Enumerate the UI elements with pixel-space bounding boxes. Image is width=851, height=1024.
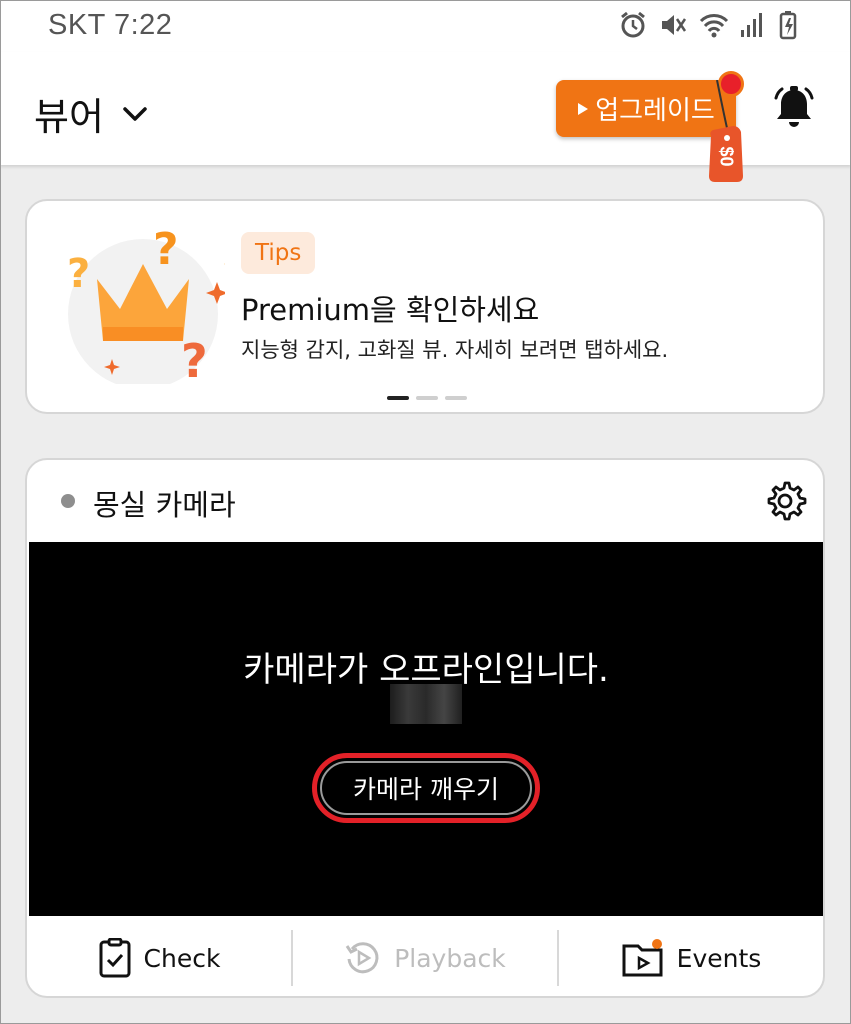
- playback-label: Playback: [394, 943, 506, 973]
- camera-header: 몽실 카메라: [27, 460, 823, 542]
- price-tag-icon: $0: [703, 80, 747, 190]
- clock: 7:22: [113, 9, 173, 41]
- camera-actions: Check Playback Events: [27, 916, 823, 996]
- chevron-down-icon: [123, 106, 147, 121]
- signal-icon: [739, 10, 767, 40]
- svg-text:?: ?: [181, 334, 208, 384]
- status-bar: SKT 7:22: [0, 0, 851, 52]
- alarm-icon: [619, 10, 647, 40]
- status-carrier-time: SKT 7:22: [48, 9, 172, 42]
- check-button[interactable]: Check: [27, 928, 291, 988]
- wake-camera-button[interactable]: 카메라 깨우기: [312, 753, 540, 823]
- tips-card[interactable]: ? ? ? Tips Premium을 확인하세요 지능형 감지, 고화질 뷰.…: [25, 199, 825, 414]
- events-button[interactable]: Events: [559, 928, 823, 988]
- gear-icon[interactable]: [763, 479, 807, 523]
- camera-card: 몽실 카메라 카메라가 오프라인입니다. 카메라 깨우기 Check Playb…: [25, 458, 825, 998]
- wifi-icon: [699, 10, 729, 40]
- tips-title: Premium을 확인하세요: [241, 293, 540, 327]
- vibrate-mute-icon: [659, 10, 687, 40]
- viewer-selector[interactable]: 뷰어: [34, 86, 148, 141]
- svg-text:?: ?: [153, 224, 179, 275]
- playback-button[interactable]: Playback: [293, 928, 557, 988]
- wake-camera-label: 카메라 깨우기: [353, 775, 499, 804]
- carousel-indicator: [387, 396, 467, 400]
- events-label: Events: [676, 943, 762, 973]
- camera-view[interactable]: 카메라가 오프라인입니다. 카메라 깨우기: [29, 542, 823, 916]
- bell-icon[interactable]: [770, 84, 818, 132]
- camera-name: 몽실 카메라: [93, 488, 236, 522]
- carousel-dot: [445, 396, 467, 400]
- camera-status-dot: [61, 494, 75, 508]
- events-folder-icon: [622, 939, 663, 977]
- check-label: Check: [143, 943, 221, 973]
- playback-icon: [345, 942, 379, 974]
- price-tag-label: $0: [716, 146, 737, 167]
- play-icon: [578, 102, 589, 115]
- blurred-region: [390, 684, 462, 724]
- page-title: 뷰어: [34, 95, 104, 139]
- status-icons: [619, 10, 807, 40]
- crown-illustration: ? ? ?: [65, 219, 238, 389]
- tips-description: 지능형 감지, 고화질 뷰. 자세히 보려면 탭하세요.: [241, 338, 669, 362]
- battery-charging-icon: [779, 10, 807, 40]
- svg-text:?: ?: [67, 251, 90, 297]
- carousel-dot: [387, 396, 409, 400]
- carrier: SKT: [48, 9, 106, 41]
- clipboard-check-icon: [99, 938, 131, 978]
- carousel-dot: [416, 396, 438, 400]
- upgrade-label: 업그레이드: [595, 96, 715, 126]
- tips-badge: Tips: [241, 232, 316, 274]
